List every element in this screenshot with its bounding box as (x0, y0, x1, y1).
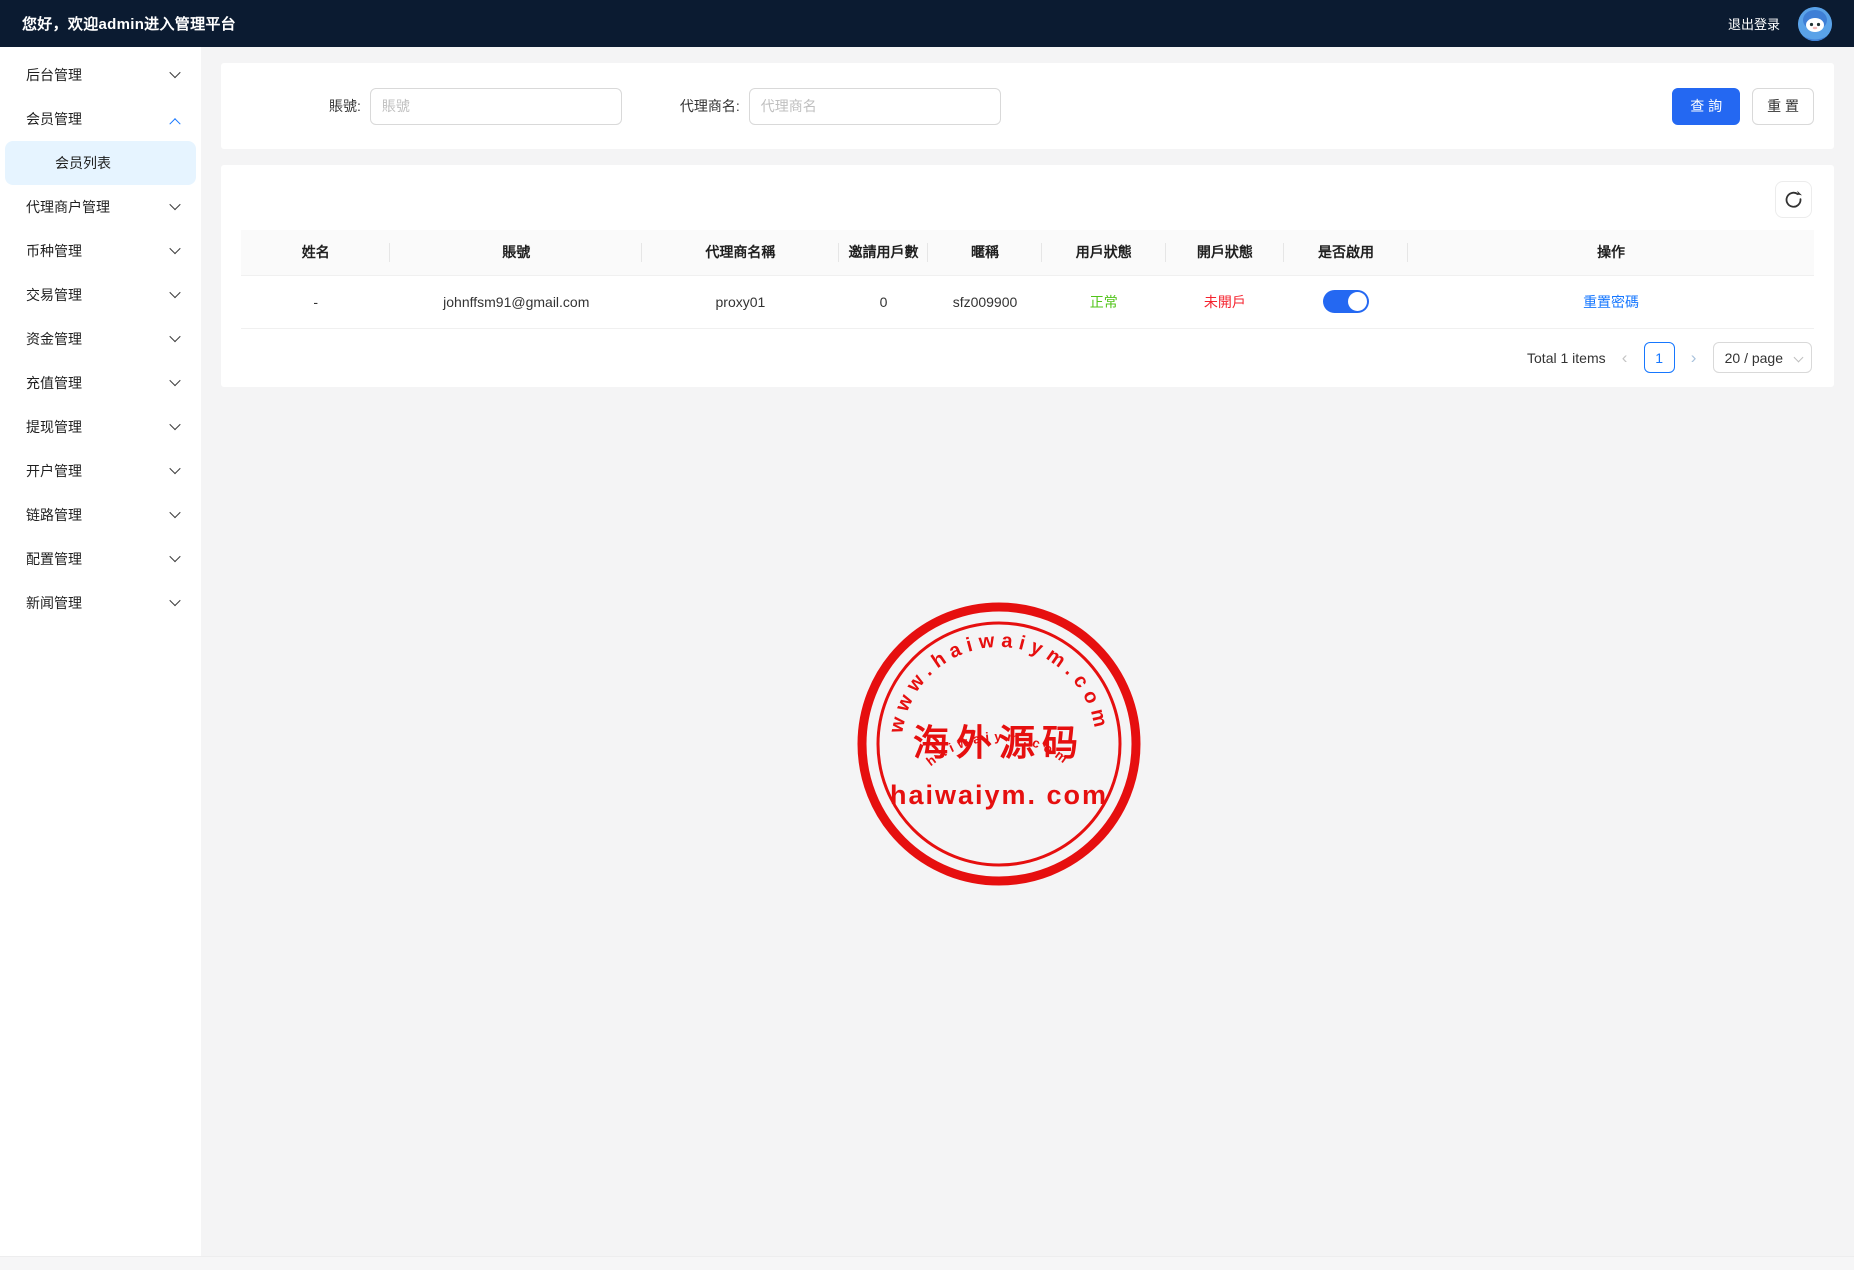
chevron-down-icon (169, 198, 180, 209)
cell-nickname: sfz009900 (928, 275, 1041, 328)
chevron-down-icon (169, 506, 180, 517)
chevron-down-icon (169, 330, 180, 341)
next-page-button[interactable]: › (1685, 349, 1703, 366)
chevron-up-icon (169, 118, 180, 129)
col-open-status: 開戶狀態 (1166, 230, 1284, 275)
table-row: - johnffsm91@gmail.com proxy01 0 sfz0099… (241, 275, 1814, 328)
chevron-down-icon (169, 286, 180, 297)
cell-invited: 0 (839, 275, 929, 328)
sidebar-item-members[interactable]: 会员管理 (0, 97, 201, 141)
main-content: 賬號: 代理商名: 查 詢 重 置 (201, 47, 1854, 1270)
cell-enabled (1284, 275, 1408, 328)
table-panel: 姓名 賬號 代理商名稱 邀請用戶數 暱稱 用戶狀態 開戶狀態 是否啟用 操作 -… (221, 165, 1834, 387)
sidebar-item-trade[interactable]: 交易管理 (0, 273, 201, 317)
sidebar-item-member-list[interactable]: 会员列表 (5, 141, 196, 185)
cell-actions: 重置密碼 (1408, 275, 1814, 328)
prev-page-button[interactable]: ‹ (1616, 349, 1634, 366)
svg-text:www.haiwaiym.com: www.haiwaiym.com (885, 630, 1113, 736)
pagination-total: Total 1 items (1527, 350, 1606, 366)
cell-account: johnffsm91@gmail.com (390, 275, 642, 328)
cell-user-status: 正常 (1042, 275, 1166, 328)
sidebar-item-currency[interactable]: 币种管理 (0, 229, 201, 273)
col-agent: 代理商名稱 (642, 230, 839, 275)
sidebar-item-config[interactable]: 配置管理 (0, 537, 201, 581)
chevron-down-icon (169, 462, 180, 473)
col-account: 賬號 (390, 230, 642, 275)
account-input[interactable] (370, 88, 622, 125)
col-actions: 操作 (1408, 230, 1814, 275)
refresh-icon (1784, 190, 1803, 209)
chevron-down-icon (169, 594, 180, 605)
sidebar-item-recharge[interactable]: 充值管理 (0, 361, 201, 405)
stamp-center-text: 海外源码 (913, 722, 1085, 764)
search-panel: 賬號: 代理商名: 查 詢 重 置 (221, 63, 1834, 149)
pagination: Total 1 items ‹ 1 › 20 / page (241, 329, 1814, 387)
chevron-down-icon (1794, 353, 1804, 363)
sidebar-item-account-open[interactable]: 开户管理 (0, 449, 201, 493)
table-header-row: 姓名 賬號 代理商名稱 邀請用戶數 暱稱 用戶狀態 開戶狀態 是否啟用 操作 (241, 230, 1814, 275)
sidebar-item-news[interactable]: 新闻管理 (0, 581, 201, 625)
chevron-down-icon (169, 66, 180, 77)
chevron-down-icon (169, 374, 180, 385)
chevron-down-icon (169, 418, 180, 429)
members-table: 姓名 賬號 代理商名稱 邀請用戶數 暱稱 用戶狀態 開戶狀態 是否啟用 操作 -… (241, 230, 1814, 329)
cell-open-status: 未開戶 (1166, 275, 1284, 328)
col-nickname: 暱稱 (928, 230, 1041, 275)
stamp-top-arc-text: www.haiwaiym.com (885, 630, 1113, 736)
page-number-button[interactable]: 1 (1644, 342, 1675, 373)
sidebar-item-backend[interactable]: 后台管理 (0, 53, 201, 97)
reset-password-link[interactable]: 重置密碼 (1583, 294, 1639, 310)
account-label: 賬號: (329, 96, 361, 116)
watermark-stamp: www.haiwaiym.com 海外源码 haiwaiym. com haiw… (853, 598, 1145, 890)
chevron-down-icon (169, 242, 180, 253)
logout-button[interactable]: 退出登录 (1728, 14, 1780, 33)
welcome-text: 您好，欢迎admin进入管理平台 (22, 13, 236, 34)
col-name: 姓名 (241, 230, 390, 275)
sidebar-item-funds[interactable]: 资金管理 (0, 317, 201, 361)
query-button[interactable]: 查 詢 (1672, 88, 1740, 125)
page-size-select[interactable]: 20 / page (1713, 342, 1812, 373)
horizontal-scrollbar[interactable] (0, 1256, 1854, 1270)
cell-name: - (241, 275, 390, 328)
user-avatar[interactable] (1798, 7, 1832, 41)
agent-name-label: 代理商名: (680, 96, 740, 116)
robot-avatar-icon (1798, 7, 1832, 41)
svg-text:haiwaiym.com: haiwaiym.com (923, 729, 1074, 769)
stamp-bold-text: haiwaiym. com (890, 780, 1108, 810)
col-user-status: 用戶狀態 (1042, 230, 1166, 275)
sidebar-item-agents[interactable]: 代理商户管理 (0, 185, 201, 229)
chevron-down-icon (169, 550, 180, 561)
enable-toggle[interactable] (1323, 290, 1369, 313)
sidebar-item-withdraw[interactable]: 提现管理 (0, 405, 201, 449)
stamp-bottom-arc-text: haiwaiym.com (923, 729, 1074, 769)
topbar: 您好，欢迎admin进入管理平台 退出登录 (0, 0, 1854, 47)
reset-button[interactable]: 重 置 (1752, 88, 1814, 125)
refresh-button[interactable] (1775, 181, 1812, 218)
sidebar: 后台管理 会员管理 会员列表 代理商户管理 币种管理 交易管理 资金管理 充值管… (0, 47, 201, 1256)
cell-agent: proxy01 (642, 275, 839, 328)
sidebar-item-links[interactable]: 链路管理 (0, 493, 201, 537)
agent-name-input[interactable] (749, 88, 1001, 125)
col-invited: 邀請用戶數 (839, 230, 929, 275)
col-enabled: 是否啟用 (1284, 230, 1408, 275)
